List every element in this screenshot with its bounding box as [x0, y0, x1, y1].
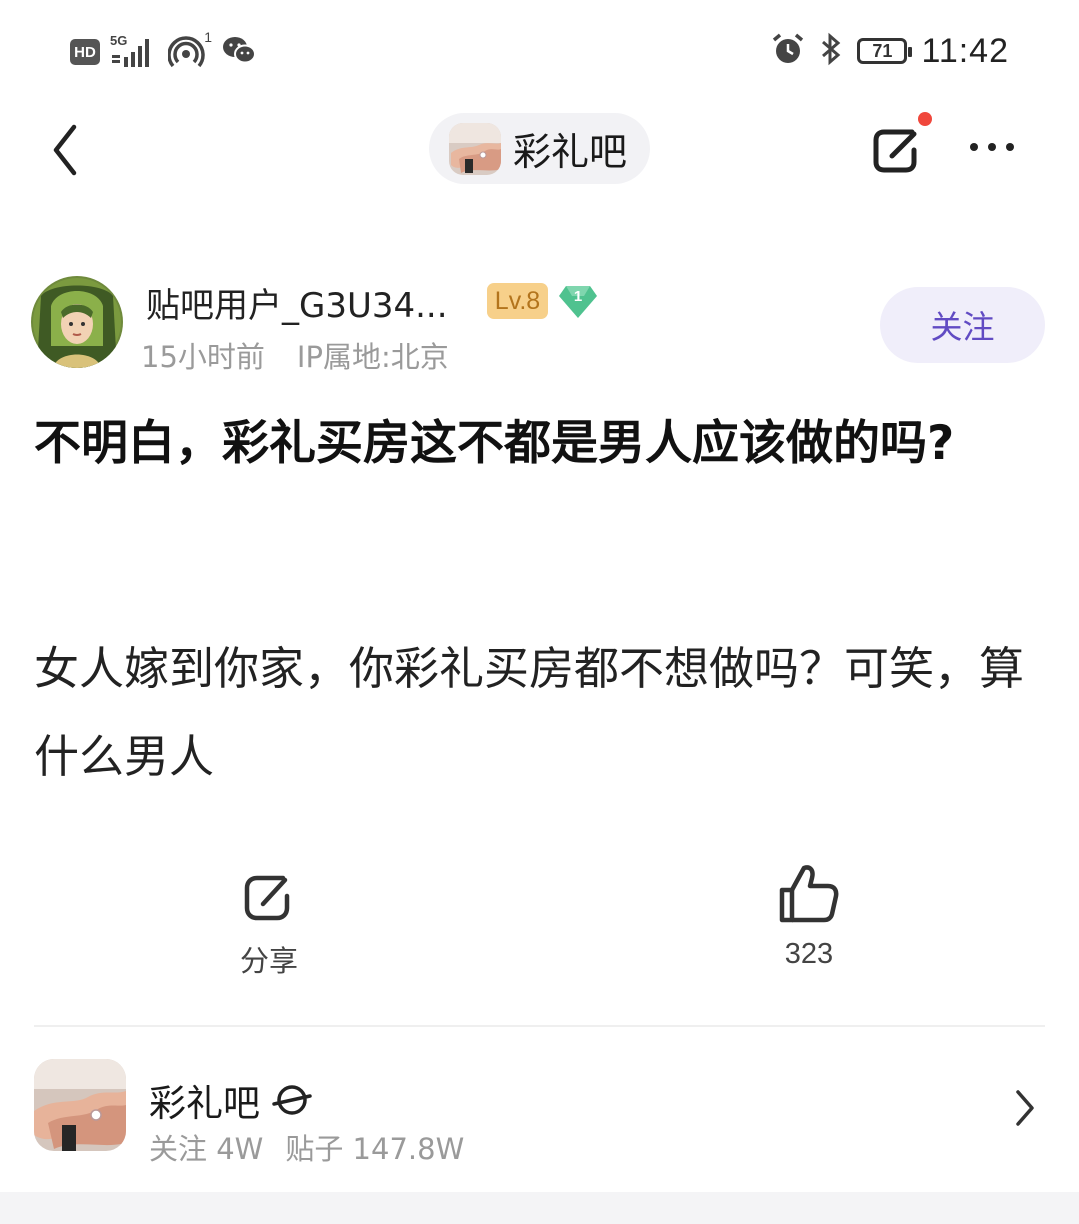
bluetooth-icon: [819, 32, 843, 70]
hotspot-count: 1: [204, 29, 212, 45]
hotspot-icon: 1: [167, 29, 212, 69]
signal-icon: 5G: [110, 33, 158, 69]
like-action-button[interactable]: 323: [709, 862, 909, 971]
share-icon: [873, 129, 917, 173]
forum-card-thumbnail[interactable]: [34, 1059, 126, 1151]
status-left: HD 5G 1: [70, 29, 256, 74]
post-time: 15小时前: [141, 340, 265, 374]
author-avatar[interactable]: [31, 276, 123, 368]
share-label: 分享: [239, 946, 298, 978]
post-meta: 15小时前 IP属地:北京: [141, 334, 449, 376]
notification-dot: [918, 112, 932, 126]
network-type: 5G: [110, 33, 128, 48]
status-right: 71 11:42: [771, 28, 1009, 74]
author-name[interactable]: 贴吧用户_G3U34...: [146, 278, 448, 327]
follow-button[interactable]: 关注: [880, 287, 1045, 363]
forum-header-button[interactable]: 彩礼吧: [429, 113, 650, 184]
post-body: 女人嫁到你家，你彩礼买房都不想做吗？可笑，算什么男人: [34, 642, 1025, 783]
forum-title: 彩礼吧: [513, 130, 628, 174]
more-icon: [970, 143, 1014, 151]
wechat-icon: [222, 35, 256, 69]
gem-badge-number: 1: [573, 288, 583, 305]
like-count: 323: [784, 938, 834, 970]
gem-badge-icon: 1: [558, 282, 598, 320]
status-time: 11:42: [921, 31, 1009, 70]
post-title: 不明白，彩礼买房这不都是男人应该做的吗?: [34, 416, 955, 471]
forum-card-chevron-icon[interactable]: [1008, 1086, 1040, 1130]
battery-indicator: 71: [857, 38, 913, 64]
divider: [34, 1025, 1045, 1027]
status-bar: HD 5G 1 71 11:42: [0, 0, 1079, 100]
forum-card-name: 彩礼吧: [149, 1082, 260, 1125]
forum-posts: 贴子 147.8W: [285, 1132, 465, 1166]
back-chevron-icon: [53, 124, 77, 176]
thumbs-up-icon: [779, 865, 839, 923]
forum-card-title[interactable]: 彩礼吧: [149, 1073, 312, 1127]
share-icon: [244, 875, 290, 921]
forum-card-stats: 关注 4W 贴子 147.8W: [149, 1126, 464, 1168]
more-button[interactable]: [960, 125, 1024, 169]
share-action-button[interactable]: 分享: [169, 866, 369, 980]
bottom-strip: [0, 1192, 1079, 1224]
forum-thumbnail: [449, 122, 501, 175]
hd-badge: HD: [70, 39, 100, 65]
forum-planet-icon: [272, 1085, 312, 1115]
level-badge: Lv.8: [487, 283, 548, 319]
back-button[interactable]: [40, 115, 90, 185]
alarm-icon: [771, 32, 805, 70]
post-location: IP属地:北京: [296, 340, 449, 374]
share-top-button[interactable]: [866, 118, 930, 182]
forum-followers: 关注 4W: [149, 1132, 264, 1166]
